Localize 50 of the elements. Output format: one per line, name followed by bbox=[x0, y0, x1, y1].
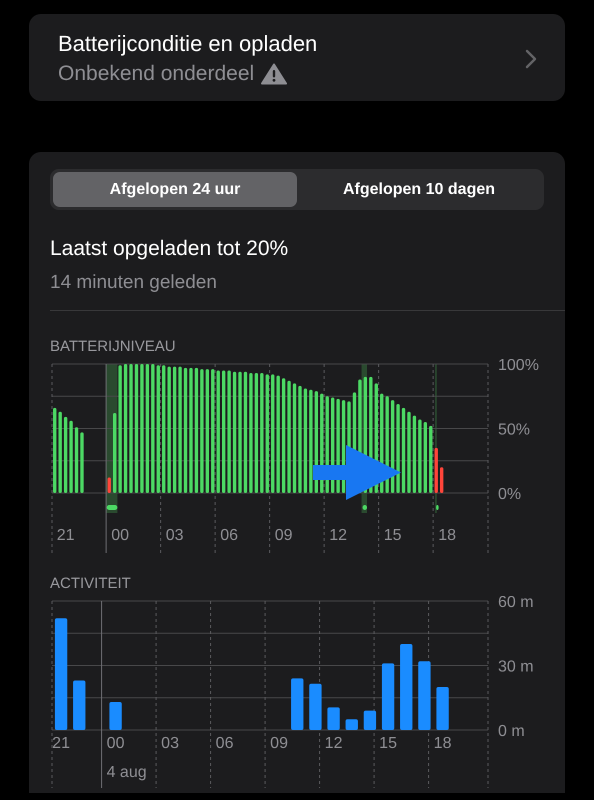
axis-label: 21 bbox=[56, 527, 75, 544]
chart-bar bbox=[327, 707, 340, 730]
chart-bar bbox=[440, 467, 444, 493]
chart-bar bbox=[74, 427, 78, 493]
row-subtitle: Onbekend onderdeel bbox=[58, 62, 254, 86]
axis-label: 50% bbox=[498, 422, 530, 438]
axis-label: 0% bbox=[498, 486, 522, 503]
chart-bar bbox=[108, 478, 111, 493]
section-title: BATTERIJNIVEAU bbox=[50, 338, 177, 355]
axis-label: 60 m bbox=[498, 596, 534, 611]
axis-label: 03 bbox=[161, 735, 179, 752]
chart-bar bbox=[73, 680, 86, 730]
chart-bar bbox=[436, 687, 449, 730]
chart-bar bbox=[364, 710, 376, 730]
axis-label: 06 bbox=[216, 735, 234, 752]
axis-label: 00 bbox=[111, 527, 130, 544]
chart-bar bbox=[424, 422, 428, 493]
chart-bar bbox=[429, 426, 432, 493]
axis-label: 100% bbox=[498, 359, 539, 374]
row-title: Batterijconditie en opladen bbox=[58, 31, 318, 57]
segment-tab[interactable]: Afgelopen 24 uur bbox=[53, 172, 297, 207]
segment-tab[interactable]: Afgelopen 10 dagen bbox=[297, 172, 541, 207]
last-charged-time: 14 minuten geleden bbox=[50, 272, 218, 294]
last-charged-title: Laatst opgeladen tot 20% bbox=[50, 237, 290, 261]
axis-label: 09 bbox=[274, 527, 293, 544]
axis-label: 18 bbox=[434, 735, 452, 752]
axis-label: 12 bbox=[329, 527, 348, 544]
chart-bar bbox=[80, 432, 84, 493]
axis-label: 0 m bbox=[498, 723, 525, 740]
date-label: 4 aug bbox=[106, 764, 147, 781]
chart-bar bbox=[382, 663, 394, 730]
axis-label: 03 bbox=[166, 527, 184, 544]
axis-label: 12 bbox=[324, 735, 342, 752]
chevron-icon bbox=[525, 48, 537, 68]
chart-bar bbox=[109, 702, 122, 730]
chart-bar bbox=[309, 684, 322, 730]
axis-label: 30 m bbox=[498, 658, 534, 676]
axis-label: 00 bbox=[106, 735, 124, 752]
axis-label: 15 bbox=[384, 527, 402, 544]
chart-bar bbox=[418, 661, 431, 730]
axis-label: 18 bbox=[438, 527, 456, 544]
axis-label: 21 bbox=[52, 735, 70, 752]
section-title: ACTIVITEIT bbox=[50, 575, 132, 592]
chart-bar bbox=[434, 448, 438, 493]
chart-bar bbox=[346, 719, 358, 730]
axis-label: 06 bbox=[220, 527, 238, 544]
battery-health-row[interactable]: Batterijconditie en opladen Onbekend onderdeel bbox=[29, 14, 565, 101]
chart-bar bbox=[291, 678, 304, 730]
axis-label: 15 bbox=[379, 735, 397, 752]
axis-label: 09 bbox=[270, 735, 288, 752]
